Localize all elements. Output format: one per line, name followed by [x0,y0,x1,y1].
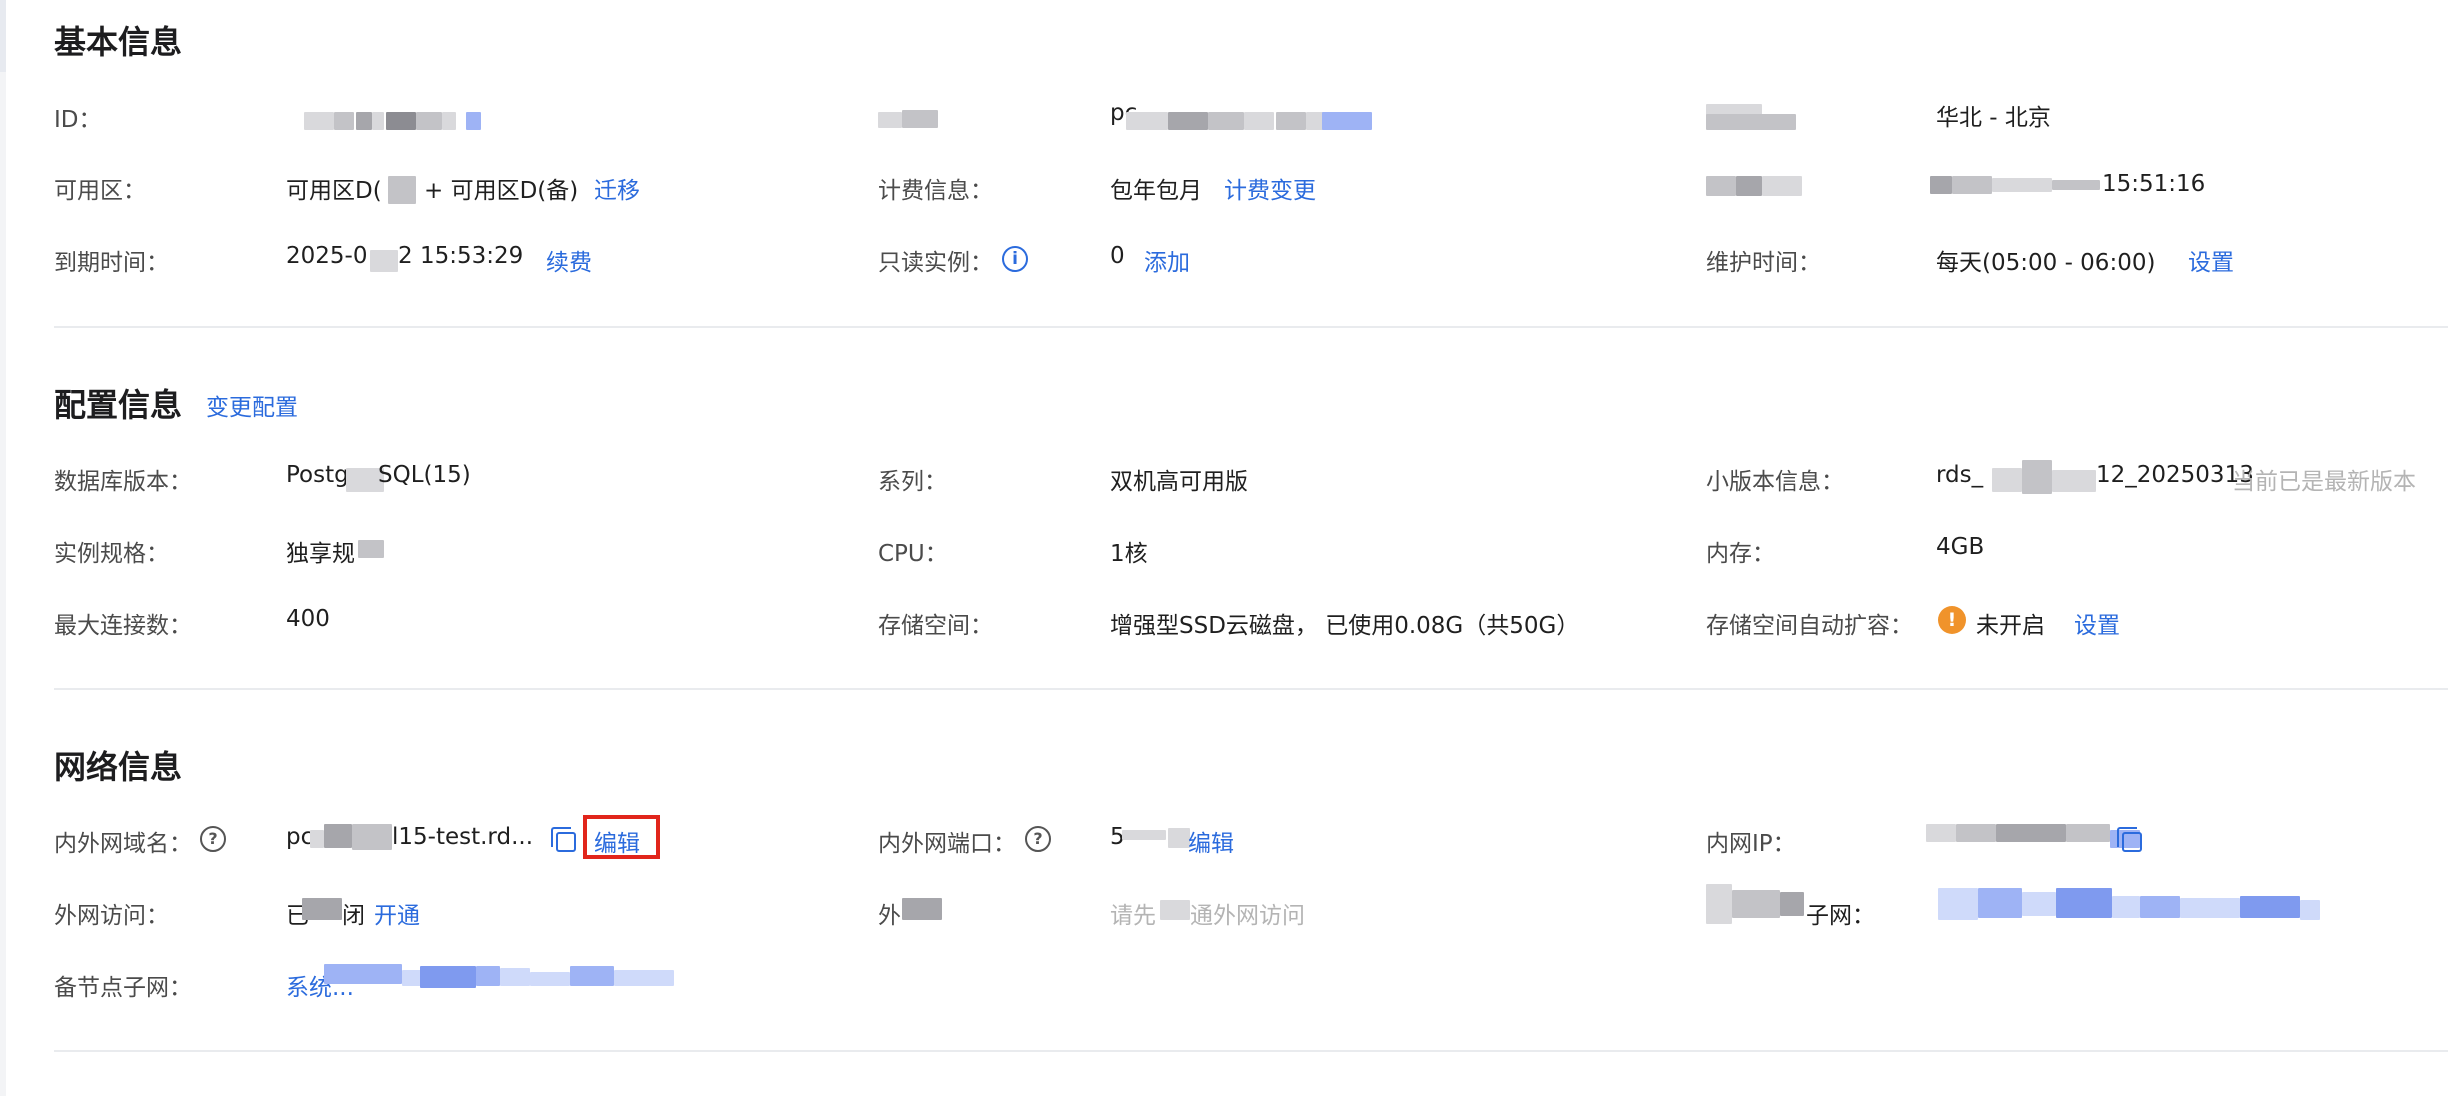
auto-expand-value: 未开启 [1976,613,2045,639]
domain-label: 内外网域名： [54,831,192,857]
external-address-label-masked [902,898,942,920]
backup-subnet-label: 备节点子网： [54,975,192,1001]
storage-value: 增强型SSD云磁盘， 已使用0.08G（共50G） [1110,613,1580,639]
section-divider [54,1050,2448,1052]
port-label: 内外网端口： [878,831,1016,857]
memory-label: 内存： [1706,541,1775,567]
expire-label: 到期时间： [54,250,169,276]
copy-ip-icon[interactable] [2117,827,2142,852]
network-info-title: 网络信息 [54,748,183,786]
info-circle-icon[interactable]: i [1002,246,1028,272]
created-time-value: 15:51:16 [2102,171,2206,197]
latest-version-note: 当前已是最新版本 [2232,469,2416,495]
instance-spec-value: 独享规 [286,541,355,567]
minor-version-label: 小版本信息： [1706,469,1844,495]
domain-value-end: l15-test.rd... [392,824,534,850]
id-label: ID： [54,107,102,133]
external-address-value-start: 请先 [1110,903,1156,929]
renew-link[interactable]: 续费 [546,243,592,277]
expire-value-time: 2 15:53:29 [398,243,524,269]
zone-label: 可用区： [54,178,146,204]
external-address-masked [1160,900,1190,920]
billing-value: 包年包月 [1110,178,1202,204]
zone-value-primary: 可用区D( [286,178,382,204]
enable-external-link[interactable]: 开通 [374,896,420,930]
external-address-label: 外 [878,903,901,929]
db-version-value-start: Postg [286,462,349,488]
change-config-link[interactable]: 变更配置 [206,388,298,422]
minor-version-value-end: 12_20250313 [2096,462,2254,488]
vpc-subnet-label: 子网： [1806,903,1875,929]
copy-domain-icon[interactable] [551,827,576,852]
readonly-value: 0 [1110,243,1125,269]
question-circle-icon[interactable]: ? [200,826,226,852]
max-connections-value: 400 [286,606,330,632]
region-value: 华北 - 北京 [1936,105,2051,131]
edit-port-link[interactable]: 编辑 [1188,824,1234,858]
minor-version-value-start: rds_ [1936,462,1984,488]
billing-change-link[interactable]: 计费变更 [1224,171,1316,205]
warning-circle-icon: ! [1938,606,1966,634]
question-circle-icon[interactable]: ? [1025,826,1051,852]
auto-expand-settings-link[interactable]: 设置 [2074,606,2120,640]
series-value: 双机高可用版 [1110,469,1248,495]
cpu-value: 1核 [1110,541,1148,567]
series-label: 系列： [878,469,947,495]
zone-value-standby: + 可用区D(备) [424,178,579,204]
instance-spec-masked [358,540,384,558]
expire-value-masked [370,250,398,272]
db-version-label: 数据库版本： [54,469,192,495]
storage-label: 存储空间： [878,613,993,639]
config-info-title: 配置信息 [54,386,183,424]
maintenance-settings-link[interactable]: 设置 [2188,243,2234,277]
maintenance-value: 每天(05:00 - 06:00) [1936,250,2156,276]
readonly-label: 只读实例： [878,250,993,276]
external-access-value-end: 闭 [342,903,365,929]
auto-expand-label: 存储空间自动扩容： [1706,613,1913,639]
add-readonly-link[interactable]: 添加 [1144,243,1190,277]
migrate-link[interactable]: 迁移 [594,171,640,205]
edit-domain-link[interactable]: 编辑 [594,824,640,858]
billing-label: 计费信息： [878,178,993,204]
section-divider [54,688,2448,690]
zone-value-masked [388,176,416,204]
maintenance-label: 维护时间： [1706,250,1821,276]
external-access-masked [302,898,342,920]
basic-info-title: 基本信息 [54,23,183,61]
instance-spec-label: 实例规格： [54,541,169,567]
max-connections-label: 最大连接数： [54,613,192,639]
expire-value-date: 2025-0 [286,243,368,269]
memory-value: 4GB [1936,534,1985,560]
cpu-label: CPU： [878,541,948,567]
external-address-value-end: 通外网访问 [1190,903,1305,929]
left-edge-strip [0,0,6,1096]
section-divider [54,326,2448,328]
private-ip-label: 内网IP： [1706,831,1796,857]
left-edge-marker [0,0,6,72]
external-access-label: 外网访问： [54,903,169,929]
db-version-value-end: SQL(15) [378,462,471,488]
